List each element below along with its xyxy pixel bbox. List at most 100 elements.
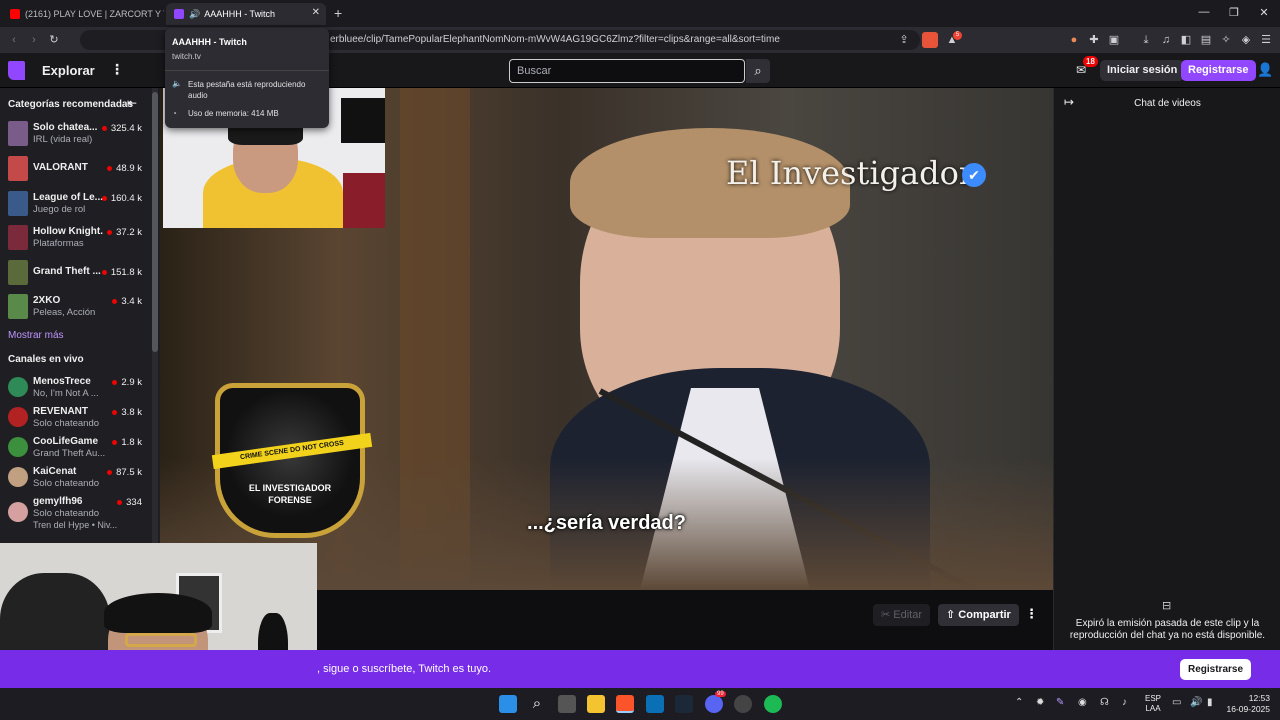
show-more-link[interactable]: Mostrar más: [8, 330, 64, 341]
tab-twitch[interactable]: 🔊 AAAHHH - Twitch ✕: [166, 3, 326, 25]
discord-badge: 99: [715, 691, 726, 697]
leo-icon[interactable]: ✧: [1218, 32, 1234, 48]
menu-icon[interactable]: ☰: [1258, 32, 1274, 48]
keyboard-layout: LAA: [1145, 704, 1161, 713]
chat-expired-message: Expiró la emisión pasada de este clip y …: [1069, 618, 1266, 641]
headset-icon[interactable]: ☊: [1100, 697, 1109, 708]
vpn-icon[interactable]: ◈: [1238, 32, 1254, 48]
restore-icon[interactable]: ❐: [1224, 6, 1244, 19]
search-input[interactable]: Buscar: [509, 59, 745, 83]
banner-register-button[interactable]: Registrarse: [1180, 659, 1252, 680]
search-icon[interactable]: ⌕: [528, 695, 546, 713]
download-icon[interactable]: ⤓: [1138, 32, 1154, 48]
category-name: VALORANT: [33, 162, 88, 173]
channel-item[interactable]: gemylfh96 Solo chateando Tren del Hype •…: [0, 492, 150, 536]
tab-label: AAAHHH - Twitch: [204, 9, 276, 19]
extension-icon[interactable]: ●: [1066, 32, 1082, 48]
avatar: [8, 407, 28, 427]
sidebar-scrollbar[interactable]: [152, 88, 158, 543]
tray-app-icon[interactable]: ✹: [1036, 697, 1044, 708]
sidebar: Categorías recomendadas ⇤ Solo chatea...…: [0, 88, 160, 543]
network-icon[interactable]: ▭: [1172, 697, 1181, 708]
avatar: [8, 377, 28, 397]
browser-tab-strip: (2161) PLAY LOVE | ZARCORT Y TOW 🔊 AAAHH…: [0, 0, 1280, 27]
more-options-icon[interactable]: ⋮: [110, 61, 124, 78]
explore-link[interactable]: Explorar: [42, 63, 95, 78]
share-button[interactable]: ⇧ Compartir: [938, 604, 1019, 626]
category-thumbnail: [8, 191, 28, 216]
viewer-count: 3.4 k: [112, 296, 142, 307]
category-name: Hollow Knight...: [33, 226, 103, 237]
minimize-icon[interactable]: —: [1194, 6, 1214, 18]
login-button[interactable]: Iniciar sesión: [1100, 60, 1185, 81]
back-icon[interactable]: ‹: [6, 32, 22, 48]
speaker-icon[interactable]: 🔊: [189, 9, 200, 20]
puzzle-icon[interactable]: ✚: [1086, 32, 1102, 48]
volume-icon[interactable]: 🔊: [1190, 697, 1202, 708]
badge-subtitle: FORENSE: [268, 495, 312, 505]
tray-steam-icon[interactable]: ◉: [1078, 697, 1087, 708]
viewer-count: 160.4 k: [102, 193, 142, 204]
tab-youtube[interactable]: (2161) PLAY LOVE | ZARCORT Y TOW: [2, 3, 164, 25]
twitch-logo-icon[interactable]: [8, 61, 25, 80]
obs-icon[interactable]: [734, 695, 752, 713]
language-indicator[interactable]: ESP LAA: [1145, 694, 1161, 714]
avatar: [8, 437, 28, 457]
photos-icon[interactable]: [646, 695, 664, 713]
wallet-icon[interactable]: ▤: [1198, 32, 1214, 48]
brave-shield-icon[interactable]: [922, 32, 938, 48]
edit-button[interactable]: ✂ Editar: [873, 604, 931, 626]
close-tab-icon[interactable]: ✕: [312, 7, 320, 18]
discord-icon[interactable]: [705, 695, 723, 713]
battery-icon[interactable]: ▮: [1207, 697, 1213, 708]
category-item[interactable]: League of Le... Juego de rol 160.4 k: [0, 188, 150, 218]
register-button[interactable]: Registrarse: [1181, 60, 1256, 81]
forward-icon[interactable]: ›: [26, 32, 42, 48]
mic-icon[interactable]: ♪: [1122, 697, 1127, 708]
red-chair: [343, 173, 385, 228]
category-name: Grand Theft ...: [33, 266, 101, 277]
clock[interactable]: 12:53 16-09-2025: [1220, 693, 1270, 715]
category-item[interactable]: Hollow Knight... Plataformas 37.2 k: [0, 222, 150, 252]
category-item[interactable]: 2XKO Peleas, Acción 3.4 k: [0, 291, 150, 321]
twitch-icon: [174, 9, 184, 19]
category-item[interactable]: Solo chatea... IRL (vida real) 325.4 k: [0, 118, 150, 148]
notification-count: 18: [1083, 56, 1098, 67]
tray-expand-icon[interactable]: ⌃: [1015, 697, 1023, 708]
music-icon[interactable]: ♫: [1158, 32, 1174, 48]
spotify-icon[interactable]: [764, 695, 782, 713]
channel-name: CooLifeGame: [33, 436, 99, 447]
channel-watermark: El Investigador: [726, 154, 975, 192]
channel-item[interactable]: KaiCenat Solo chateando 87.5 k: [0, 462, 150, 492]
viewer-count: 1.8 k: [112, 437, 142, 448]
reload-icon[interactable]: ↻: [46, 32, 62, 48]
collapse-sidebar-icon[interactable]: ⇤: [127, 96, 137, 110]
new-tab-button[interactable]: +: [334, 5, 342, 21]
tray-pen-icon[interactable]: ✎: [1056, 697, 1064, 708]
live-channels-heading: Canales en vivo: [8, 354, 84, 365]
more-actions-icon[interactable]: ⋮: [1025, 606, 1038, 622]
category-tag: IRL (vida real): [33, 134, 93, 145]
search-icon[interactable]: ⌕: [746, 59, 770, 83]
category-thumbnail: [8, 156, 28, 181]
sidebar-icon[interactable]: ◧: [1178, 32, 1194, 48]
tooltip-memory: Uso de memoria: 414 MB: [188, 109, 279, 118]
viewer-count: 2.9 k: [112, 377, 142, 388]
tab-hover-card: AAAHHH - Twitch twitch.tv 🔈 Esta pestaña…: [165, 28, 329, 128]
task-view-icon[interactable]: [558, 695, 576, 713]
channel-category: Solo chateando: [33, 418, 100, 429]
file-explorer-icon[interactable]: [587, 695, 605, 713]
windows-start-icon[interactable]: [499, 695, 517, 713]
share-page-icon[interactable]: ⇪: [896, 32, 912, 48]
brave-browser-icon[interactable]: [616, 695, 634, 713]
category-item[interactable]: Grand Theft ... 151.8 k: [0, 257, 150, 287]
close-window-icon[interactable]: ✕: [1254, 6, 1274, 19]
steam-icon[interactable]: [675, 695, 693, 713]
channel-item[interactable]: MenosTrece No, I'm Not A ... 2.9 k: [0, 372, 150, 402]
category-item[interactable]: VALORANT 48.9 k: [0, 153, 150, 183]
channel-item[interactable]: REVENANT Solo chateando 3.8 k: [0, 402, 150, 432]
clock-date: 16-09-2025: [1226, 704, 1270, 714]
channel-item[interactable]: CooLifeGame Grand Theft Au... 1.8 k: [0, 432, 150, 462]
media-icon[interactable]: ▣: [1106, 32, 1122, 48]
user-icon[interactable]: 👤: [1257, 62, 1273, 78]
